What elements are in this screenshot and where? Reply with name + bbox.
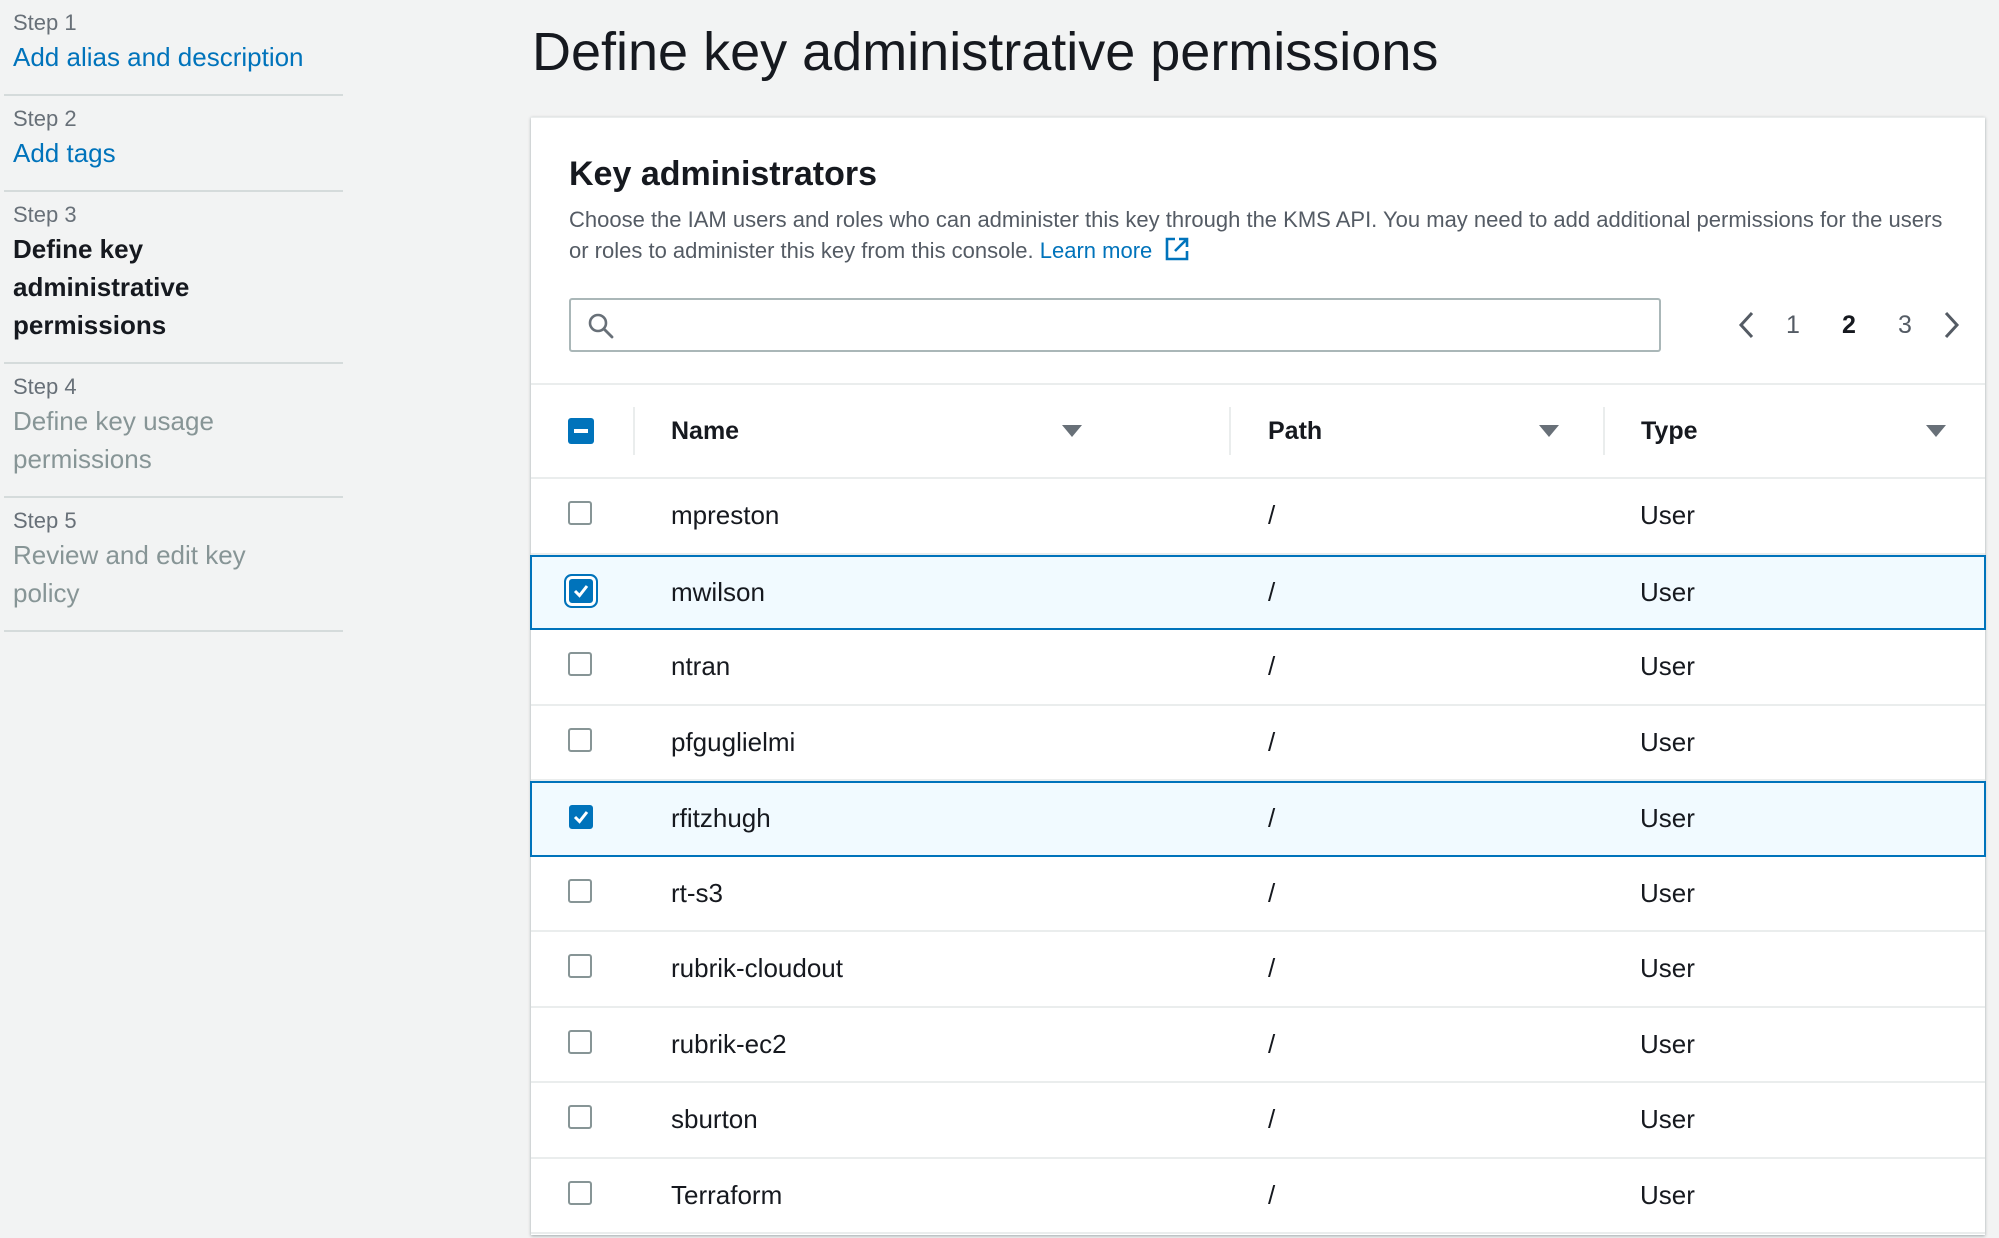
learn-more-link[interactable]: Learn more — [1040, 238, 1153, 263]
table-header: Name Path Type — [531, 383, 1985, 479]
cell-type: User — [1640, 1104, 1695, 1135]
row-checkbox[interactable] — [568, 954, 592, 978]
cell-name: ntran — [671, 651, 731, 682]
search-input[interactable] — [631, 306, 1649, 346]
step-current-title: Define key administrative permissions — [13, 234, 190, 340]
step-3: Step 3 Define key administrative permiss… — [4, 192, 343, 364]
step-number: Step 3 — [13, 202, 77, 227]
table-row-selected[interactable]: mwilson / User — [530, 554, 1986, 630]
step-2: Step 2 Add tags — [4, 96, 343, 192]
cell-name: rubrik-ec2 — [671, 1028, 787, 1059]
cell-path: / — [1268, 953, 1276, 984]
previous-page-button[interactable] — [1729, 307, 1765, 343]
column-header-type[interactable]: Type — [1641, 385, 1985, 477]
page-1-button[interactable]: 1 — [1765, 311, 1821, 340]
step-disabled-title: Review and edit key policy — [13, 540, 246, 608]
page-2-button[interactable]: 2 — [1821, 311, 1877, 340]
column-header-label: Name — [671, 416, 740, 445]
column-header-label: Type — [1641, 416, 1698, 445]
cell-path: / — [1268, 1179, 1276, 1210]
chevron-right-icon — [1944, 311, 1960, 339]
step-5: Step 5 Review and edit key policy — [4, 498, 343, 632]
cell-path: / — [1268, 726, 1276, 757]
step-disabled-title: Define key usage permissions — [13, 406, 214, 474]
checkmark-icon — [573, 584, 589, 598]
cell-name: rt-s3 — [671, 877, 723, 908]
cell-type: User — [1640, 877, 1695, 908]
step-link-add-alias[interactable]: Add alias and description — [13, 38, 343, 76]
table-row[interactable]: rubrik-ec2 / User — [531, 1008, 1985, 1083]
cell-type: User — [1640, 576, 1695, 607]
cell-type: User — [1640, 500, 1695, 531]
sort-down-icon — [1926, 425, 1946, 437]
step-4: Step 4 Define key usage permissions — [4, 364, 343, 498]
cell-name: sburton — [671, 1104, 758, 1135]
pagination: 1 2 3 — [1729, 298, 1969, 352]
cell-path: / — [1268, 1104, 1276, 1135]
row-checkbox[interactable] — [568, 652, 592, 676]
table-row[interactable]: sburton / User — [531, 1083, 1985, 1159]
table-row[interactable]: pfguglielmi / User — [531, 706, 1985, 781]
panel-title: Key administrators — [569, 155, 877, 193]
page-title: Define key administrative permissions — [532, 22, 1439, 82]
cell-path: / — [1268, 576, 1276, 607]
checkmark-icon — [573, 811, 589, 824]
row-checkbox[interactable] — [568, 878, 592, 903]
cell-name: mwilson — [671, 576, 765, 607]
table-row[interactable]: ntran / User — [531, 630, 1985, 706]
step-number: Step 1 — [13, 10, 77, 35]
select-all-checkbox[interactable] — [568, 418, 594, 444]
cell-path: / — [1268, 803, 1276, 834]
search-icon — [588, 313, 614, 339]
key-administrators-panel: Key administrators Choose the IAM users … — [530, 117, 1986, 1235]
row-checkbox[interactable] — [568, 1029, 592, 1054]
step-number: Step 2 — [13, 106, 77, 131]
cell-type: User — [1640, 1028, 1695, 1059]
cell-name: rfitzhugh — [671, 803, 771, 834]
cell-name: Terraform — [671, 1179, 783, 1210]
cell-path: / — [1268, 651, 1276, 682]
sort-down-icon — [1539, 425, 1559, 437]
cell-name: pfguglielmi — [671, 726, 796, 757]
chevron-left-icon — [1738, 311, 1754, 339]
next-page-button[interactable] — [1933, 307, 1969, 343]
cell-path: / — [1268, 500, 1276, 531]
cell-type: User — [1640, 1179, 1695, 1210]
step-number: Step 5 — [13, 508, 77, 533]
row-checkbox-checked[interactable] — [569, 578, 593, 603]
table-row-selected[interactable]: rfitzhugh / User — [530, 781, 1986, 857]
row-checkbox[interactable] — [568, 1180, 592, 1205]
cell-type: User — [1640, 651, 1695, 682]
table-row[interactable]: mpreston / User — [531, 479, 1985, 555]
cell-name: mpreston — [671, 500, 780, 531]
column-header-label: Path — [1268, 416, 1323, 445]
search-field[interactable] — [569, 298, 1661, 352]
row-checkbox[interactable] — [568, 501, 592, 525]
step-number: Step 4 — [13, 374, 77, 399]
table-row[interactable]: rt-s3 / User — [531, 857, 1985, 932]
column-header-path[interactable]: Path — [1268, 385, 1598, 477]
cell-type: User — [1640, 803, 1695, 834]
wizard-steps-nav: Step 1 Add alias and description Step 2 … — [0, 0, 345, 632]
row-checkbox[interactable] — [568, 727, 592, 752]
table-body: mpreston / User mwilson / User ntran / U… — [530, 479, 1986, 1234]
description-text: Choose the IAM users and roles who can a… — [569, 207, 1943, 263]
step-link-add-tags[interactable]: Add tags — [13, 134, 343, 172]
table-row[interactable]: rubrik-cloudout / User — [531, 932, 1985, 1008]
page-3-button[interactable]: 3 — [1877, 311, 1933, 340]
cell-path: / — [1268, 877, 1276, 908]
row-checkbox[interactable] — [568, 1105, 592, 1129]
table-row[interactable]: Terraform / User — [531, 1159, 1985, 1234]
row-checkbox-checked[interactable] — [569, 805, 593, 829]
column-header-name[interactable]: Name — [671, 385, 1121, 477]
administrators-table: Name Path Type mpreston / User mwilson /… — [530, 383, 1986, 1234]
cell-type: User — [1640, 953, 1695, 984]
sort-down-icon — [1062, 425, 1082, 437]
cell-name: rubrik-cloudout — [671, 953, 843, 984]
cell-type: User — [1640, 726, 1695, 757]
step-1: Step 1 Add alias and description — [4, 0, 343, 96]
panel-description: Choose the IAM users and roles who can a… — [569, 204, 1945, 270]
cell-path: / — [1268, 1028, 1276, 1059]
external-link-icon[interactable] — [1164, 236, 1190, 270]
